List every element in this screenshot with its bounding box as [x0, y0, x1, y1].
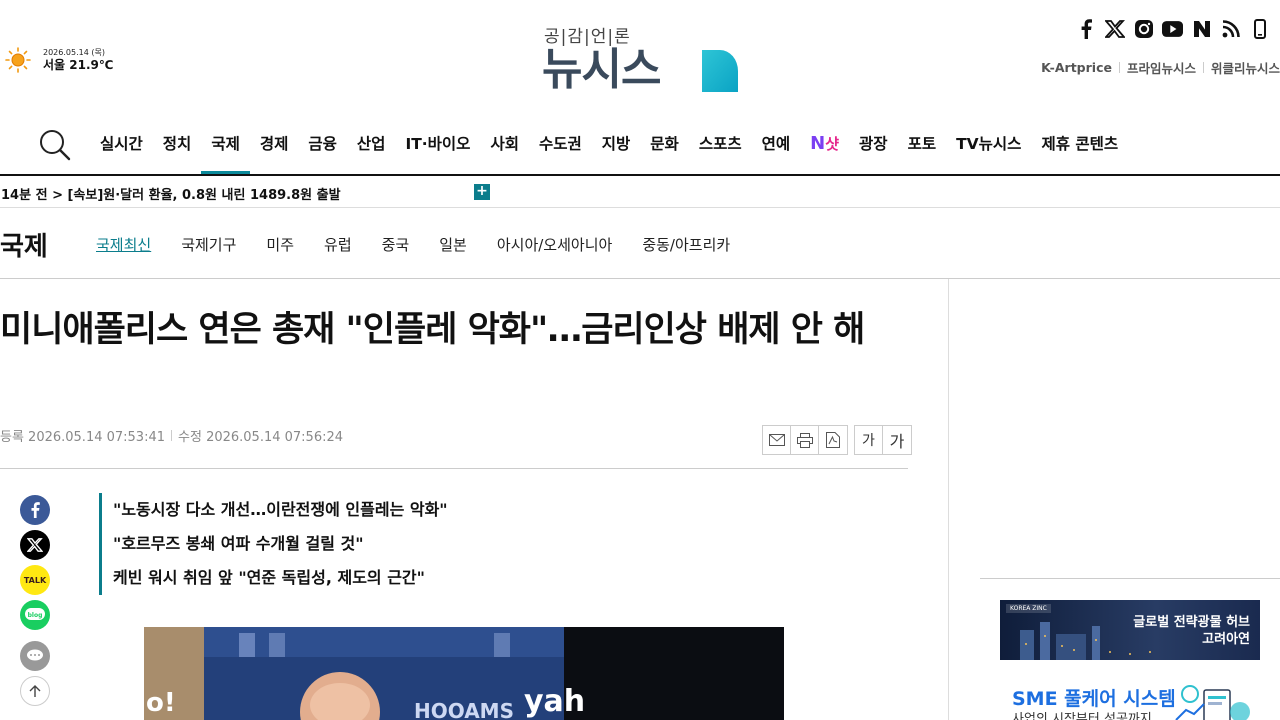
svg-text:blog: blog	[28, 612, 43, 619]
facebook-share-icon[interactable]	[20, 495, 50, 525]
ad-headline: 글로벌 전략광물 허브	[1133, 615, 1250, 630]
nav-item-it-bio[interactable]: IT·바이오	[395, 118, 480, 174]
modified-date: 수정 2026.05.14 07:56:24	[178, 430, 344, 445]
partner-link-weekly[interactable]: 위클리뉴시스	[1211, 58, 1280, 77]
ad-subtitle: 사업의 시작부터 성공까지	[1012, 712, 1152, 720]
section-tab-asia-oceania[interactable]: 아시아/오세아니아	[497, 234, 612, 255]
article-photo[interactable]: o! HOOAMS yah	[144, 627, 784, 720]
blog-share-icon[interactable]: blog	[20, 600, 50, 630]
section-title: 국제	[0, 232, 48, 262]
korea-zinc-ad[interactable]: KOREA ZINC 글로벌 전략광물 허브 고려아연	[1000, 600, 1260, 660]
sme-fullcare-ad[interactable]: SME 풀케어 시스템 사업의 시작부터 성공까지	[1000, 676, 1260, 720]
ad-title: SME 풀케어 시스템	[1012, 688, 1176, 710]
article-headline: 미니애폴리스 연은 총재 "인플레 악화"…금리인상 배제 안 해	[0, 310, 865, 350]
nav-item-finance[interactable]: 금융	[298, 118, 347, 174]
instagram-icon[interactable]	[1133, 18, 1154, 39]
rss-icon[interactable]	[1220, 18, 1241, 39]
nav-item-realtime[interactable]: 실시간	[90, 118, 153, 174]
nav-item-international[interactable]: 국제	[201, 118, 250, 174]
sun-icon	[4, 46, 32, 74]
section-tab-china[interactable]: 중국	[382, 234, 410, 255]
logo-mark-icon	[702, 50, 738, 92]
photo-text-right: yah	[524, 684, 585, 719]
x-share-icon[interactable]	[20, 530, 50, 560]
section-tab-americas[interactable]: 미주	[266, 234, 294, 255]
share-bar: TALK blog	[20, 495, 50, 706]
aside-divider	[980, 578, 1280, 579]
nav-item-politics[interactable]: 정치	[153, 118, 202, 174]
nav-item-sports[interactable]: 스포츠	[689, 118, 752, 174]
facebook-icon[interactable]	[1075, 18, 1096, 39]
section-tab-intl-org[interactable]: 국제기구	[181, 234, 236, 255]
nav-item-capital-area[interactable]: 수도권	[529, 118, 592, 174]
pdf-icon[interactable]	[819, 426, 847, 454]
nshot-logo-icon: N샷	[810, 133, 840, 154]
partner-link-prime[interactable]: 프라임뉴시스	[1127, 58, 1196, 77]
x-icon[interactable]	[1104, 18, 1125, 39]
section-tab-middleeast-africa[interactable]: 중동/아프리카	[642, 234, 730, 255]
comment-icon[interactable]	[20, 641, 50, 671]
article-tools: 가 가	[762, 425, 912, 455]
column-divider	[948, 279, 949, 720]
kakaotalk-share-icon[interactable]: TALK	[20, 565, 50, 595]
breaking-news-bar: 14분 전 > [속보]원·달러 환율, 0.8원 내린 1489.8원 출발 …	[0, 178, 1280, 208]
nav-item-nshot[interactable]: N샷	[800, 118, 849, 174]
nav-item-entertainment[interactable]: 연예	[752, 118, 801, 174]
section-tab-latest[interactable]: 국제최신	[96, 234, 151, 255]
social-links	[1075, 18, 1270, 39]
site-logo[interactable]: 공|감|언|론 뉴시스	[542, 22, 742, 96]
article-dates: 등록 2026.05.14 07:53:41 수정 2026.05.14 07:…	[0, 426, 343, 445]
font-decrease-button[interactable]: 가	[855, 426, 883, 454]
ad-illustration-icon	[1175, 685, 1250, 720]
article-summary: "노동시장 다소 개선…이란전쟁에 인플레는 악화" "호르무즈 봉쇄 여파 수…	[99, 493, 448, 595]
font-increase-button[interactable]: 가	[883, 426, 911, 454]
nav-item-tv[interactable]: TV뉴시스	[946, 118, 1031, 174]
nav-item-society[interactable]: 사회	[480, 118, 529, 174]
nav-item-partner-content[interactable]: 제휴 콘텐츠	[1031, 118, 1128, 174]
nav-item-economy[interactable]: 경제	[250, 118, 299, 174]
mobile-icon[interactable]	[1249, 18, 1270, 39]
nav-item-photo[interactable]: 포토	[898, 118, 947, 174]
youtube-icon[interactable]	[1162, 18, 1183, 39]
summary-line: 케빈 워시 취임 앞 "연준 독립성, 제도의 근간"	[113, 568, 425, 587]
partner-links: K-Artprice 프라임뉴시스 위클리뉴시스	[1041, 58, 1280, 77]
main-navigation: 실시간 정치 국제 경제 금융 산업 IT·바이오 사회 수도권 지방 문화 스…	[0, 118, 1280, 176]
breaking-news-link[interactable]: 14분 전 > [속보]원·달러 환율, 0.8원 내린 1489.8원 출발	[1, 184, 341, 203]
email-icon[interactable]	[763, 426, 791, 454]
breaking-more-button[interactable]: +	[474, 184, 490, 200]
photo-text-middle: HOOAMS	[414, 699, 514, 720]
search-icon[interactable]	[38, 128, 72, 162]
photo-text-left: o!	[146, 688, 176, 718]
partner-link-kartprice[interactable]: K-Artprice	[1041, 60, 1112, 75]
naver-icon[interactable]	[1191, 18, 1212, 39]
ad-brand-label: KOREA ZINC	[1006, 604, 1051, 613]
nav-item-culture[interactable]: 문화	[640, 118, 689, 174]
article-divider	[0, 468, 908, 469]
logo-name: 뉴시스	[542, 44, 661, 95]
section-navigation: 국제 국제최신 국제기구 미주 유럽 중국 일본 아시아/오세아니아 중동/아프…	[0, 208, 1280, 279]
print-icon[interactable]	[791, 426, 819, 454]
section-tab-europe[interactable]: 유럽	[324, 234, 352, 255]
section-tab-japan[interactable]: 일본	[439, 234, 467, 255]
nav-item-industry[interactable]: 산업	[347, 118, 396, 174]
ad-brand-name: 고려아연	[1202, 632, 1250, 647]
nav-item-square[interactable]: 광장	[849, 118, 898, 174]
nav-item-regional[interactable]: 지방	[592, 118, 641, 174]
weather-widget: 2026.05.14 (목) 서울 21.9℃	[4, 46, 113, 74]
weather-date: 2026.05.14 (목)	[43, 48, 105, 57]
summary-line: "노동시장 다소 개선…이란전쟁에 인플레는 악화"	[113, 500, 448, 519]
registered-date: 등록 2026.05.14 07:53:41	[0, 430, 166, 445]
scroll-top-icon[interactable]	[20, 676, 50, 706]
weather-temp: 서울 21.9℃	[43, 57, 114, 72]
summary-line: "호르무즈 봉쇄 여파 수개월 걸릴 것"	[113, 534, 364, 553]
